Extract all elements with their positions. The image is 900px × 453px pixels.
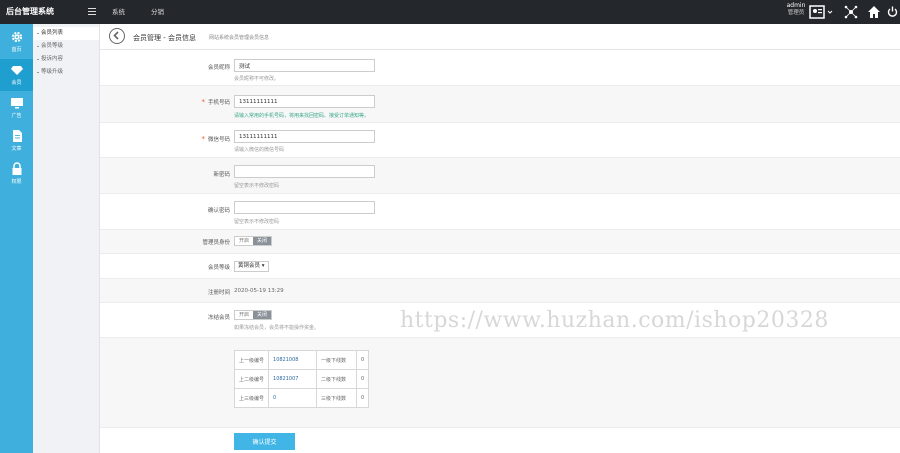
nickname-field[interactable] [234,59,375,72]
member-level-label: 会员等级 [207,265,230,271]
submenu-member-list[interactable]: 会员列表 [33,27,99,40]
table-cell: 上一级编号 [233,350,270,370]
network-icon[interactable] [843,5,859,19]
page-title: 会员管理 - 会员信息 [133,34,196,42]
brand-title: 后台管理系统 [6,7,54,16]
wechat-hint: 请输入微信的微信号码 [234,147,285,153]
new-password-field[interactable] [234,165,375,178]
row-new-password: 新密码 留空表示不修改密码 [100,158,900,194]
document-icon [12,130,22,142]
reg-time-value: 2020-05-19 13:29 [234,288,284,294]
table-cell: 上三级编号 [233,388,270,408]
phone-hint: 请输入常用的手机号码，将用来找回密码、接受订单通知等。 [234,113,370,119]
table-row: 上三级编号 0 三级下线数 0 [233,388,370,408]
sidebar-label-home: 首页 [11,47,22,53]
top-bar: 后台管理系统 系统 分销 admin 管理员 [0,0,900,24]
admin-role-on[interactable]: 开启 [235,237,253,245]
sidebar-item-member[interactable]: 会员 [0,59,33,91]
freeze-on[interactable]: 开启 [235,311,253,319]
nav-system[interactable]: 系统 [112,0,125,24]
freeze-label: 冻结会员 [207,315,230,321]
sidebar-label-permissions: 权限 [11,179,22,185]
submenu-complaints[interactable]: 投诉内容 [33,53,99,66]
submenu-member-level[interactable]: 会员等级 [33,40,99,53]
id-card-icon[interactable] [809,5,833,19]
wechat-field[interactable] [234,130,375,143]
phone-label: * 手机号码 [201,98,230,106]
table-cell: 0 [356,350,370,370]
reg-time-label: 注册时间 [207,290,230,296]
watermark-text: https://www.huzhan.com/ishop20328 [400,308,829,333]
submit-button[interactable]: 确认提交 [234,433,295,450]
confirm-password-hint: 留空表示不修改密码 [234,219,280,225]
table-row: 上二级编号 10821007 二级下线数 0 [233,369,370,389]
row-member-level: 会员等级 黄铜会员 ▾ [100,254,900,279]
table-cell: 上二级编号 [233,369,270,389]
page-header: 会员管理 - 会员信息 网站系统会员管理会员信息 [100,24,900,50]
phone-field[interactable] [234,95,375,108]
table-row: 上一级编号 10821008 一级下线数 0 [233,350,370,370]
table-cell: 二级下线数 [316,369,358,389]
freeze-toggle[interactable]: 开启 关闭 [234,310,273,320]
admin-role-label: 管理员身份 [202,240,230,246]
sidebar-label-member: 会员 [11,80,22,86]
confirm-password-field[interactable] [234,201,375,214]
main-content: 会员管理 - 会员信息 网站系统会员管理会员信息 会员昵称 会员昵称不可修改。 … [100,24,900,453]
power-icon[interactable] [886,5,898,19]
top-nav: 系统 分销 [112,0,190,24]
caret-down-icon: ▾ [261,263,265,269]
lock-icon [12,162,21,175]
row-phone: *手机号码 请输入常用的手机号码，将用来找回密码、接受订单通知等。 [100,86,900,123]
row-reg-time: 注册时间 2020-05-19 13:29 [100,279,900,303]
row-admin-role: 管理员身份 开启 关闭 [100,230,900,254]
relations-table: 上一级编号 10821008 一级下线数 0 上二级编号 10821007 二级… [233,350,370,408]
diamond-icon [10,66,23,75]
sidebar-item-ads[interactable]: 广告 [0,92,33,124]
home-icon[interactable] [866,5,882,19]
table-cell: 0 [268,388,318,408]
row-nickname: 会员昵称 会员昵称不可修改。 [100,51,900,86]
table-cell: 0 [356,369,370,389]
table-cell: 三级下线数 [316,388,358,408]
user-name: admin [786,2,806,9]
menu-toggle-icon[interactable] [88,8,96,15]
member-level-select[interactable]: 黄铜会员 ▾ [234,261,269,272]
gear-icon [11,31,22,43]
submenu-level-upgrade[interactable]: 等级升级 [33,66,99,79]
table-cell: 0 [356,388,370,408]
row-confirm-password: 确认密码 留空表示不修改密码 [100,194,900,230]
row-relations: 上一级编号 10821008 一级下线数 0 上二级编号 10821007 二级… [100,338,900,428]
back-button[interactable] [109,28,125,44]
sidebar-item-articles[interactable]: 文章 [0,125,33,157]
sidebar-label-articles: 文章 [11,146,22,152]
sidebar-item-home[interactable]: 首页 [0,26,33,58]
freeze-hint: 如果冻结会员，会员将不能操作资金。 [234,325,320,331]
sidebar-item-permissions[interactable]: 权限 [0,158,33,190]
table-cell: 一级下线数 [316,350,358,370]
sub-menu: 会员列表 会员等级 投诉内容 等级升级 [33,24,100,453]
page-subtitle: 网站系统会员管理会员信息 [209,35,270,41]
table-cell: 10821007 [268,369,318,389]
new-password-hint: 留空表示不修改密码 [234,183,280,189]
row-wechat: *微信号码 请输入微信的微信号码 [100,123,900,158]
monitor-icon [10,98,23,109]
sidebar-label-ads: 广告 [11,113,22,119]
confirm-password-label: 确认密码 [207,208,230,214]
nav-distribution[interactable]: 分销 [151,0,164,24]
wechat-label: * 微信号码 [201,135,230,143]
nickname-label: 会员昵称 [207,65,230,71]
user-info[interactable]: admin 管理员 [785,2,807,16]
arrow-left-icon [113,31,119,40]
nickname-hint: 会员昵称不可修改。 [234,76,280,82]
table-cell: 10821008 [268,350,318,370]
admin-role-toggle[interactable]: 开启 关闭 [234,236,273,246]
icon-sidebar: 首页 会员 广告 文章 权限 [0,24,33,453]
admin-role-off[interactable]: 关闭 [253,237,272,245]
new-password-label: 新密码 [213,172,230,178]
freeze-off[interactable]: 关闭 [253,311,272,319]
user-role: 管理员 [787,9,805,16]
